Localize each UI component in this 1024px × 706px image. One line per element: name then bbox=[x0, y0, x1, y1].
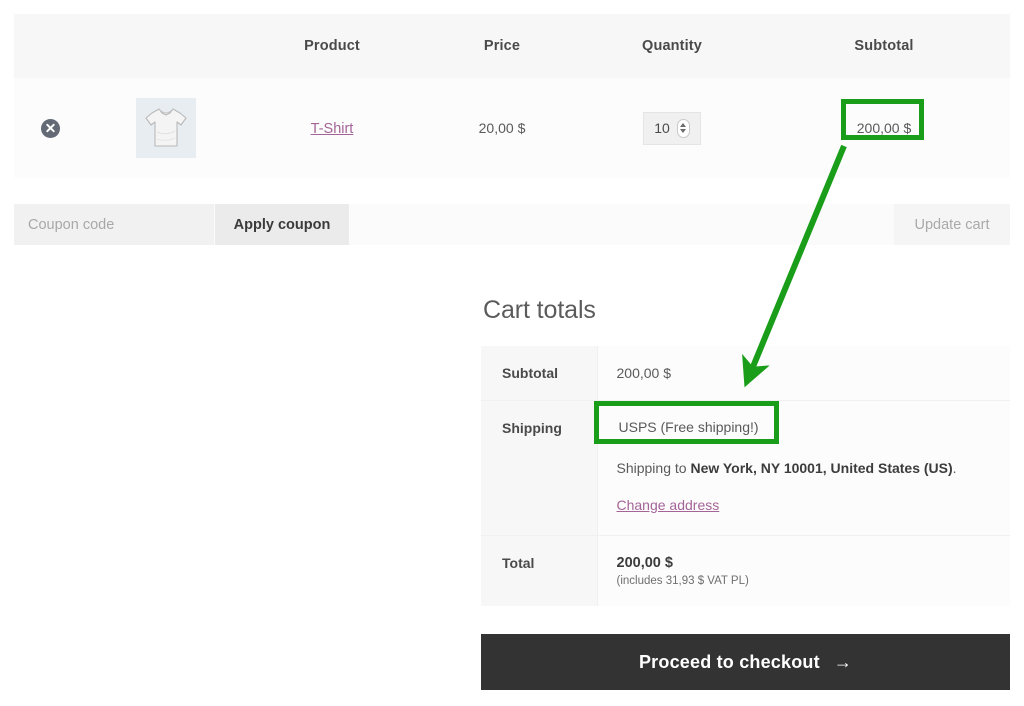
shipping-method-label[interactable]: USPS (Free shipping!) bbox=[617, 416, 761, 438]
total-vat-note: (includes 31,93 $ VAT PL) bbox=[616, 575, 749, 587]
totals-row-subtotal: Subtotal 200,00 $ bbox=[481, 346, 1010, 401]
coupon-code-input[interactable] bbox=[14, 204, 214, 245]
product-name-link[interactable]: T-Shirt bbox=[311, 121, 354, 137]
shipping-to-prefix: Shipping to bbox=[616, 460, 691, 476]
tshirt-icon bbox=[145, 108, 187, 147]
quantity-stepper[interactable]: 10 bbox=[643, 111, 701, 145]
cell-thumbnail bbox=[86, 78, 246, 178]
cart-totals-panel: Cart totals Subtotal 200,00 $ Shipping U… bbox=[481, 296, 1010, 606]
cart-totals-title: Cart totals bbox=[483, 296, 596, 324]
header-thumbnail bbox=[86, 14, 246, 78]
product-thumbnail[interactable] bbox=[136, 98, 196, 158]
remove-item-icon[interactable] bbox=[40, 118, 60, 138]
header-subtotal: Subtotal bbox=[758, 14, 1010, 78]
checkout-button-label: Proceed to checkout bbox=[638, 651, 820, 672]
spinner-up-icon[interactable] bbox=[680, 123, 687, 127]
cell-quantity: 10 bbox=[586, 78, 758, 178]
proceed-to-checkout-button[interactable]: Proceed to checkout → bbox=[481, 634, 1010, 690]
cart-totals-table: Subtotal 200,00 $ Shipping USPS (Free sh… bbox=[481, 346, 1010, 606]
spinner-down-icon[interactable] bbox=[680, 129, 687, 133]
cell-remove bbox=[14, 78, 86, 178]
shipping-to-address: New York, NY 10001, United States (US) bbox=[690, 460, 953, 476]
totals-label-shipping: Shipping bbox=[481, 400, 598, 536]
header-price: Price bbox=[418, 14, 586, 78]
change-address-link[interactable]: Change address bbox=[617, 497, 720, 513]
header-product: Product bbox=[246, 14, 418, 78]
header-quantity: Quantity bbox=[586, 14, 758, 78]
table-row: T-Shirt 20,00 $ 10 200,00 $ bbox=[14, 78, 1010, 178]
totals-label-subtotal: Subtotal bbox=[481, 346, 598, 401]
totals-row-total: Total 200,00 $ (includes 31,93 $ VAT PL) bbox=[481, 535, 1010, 606]
quantity-spinner-icon[interactable] bbox=[676, 118, 690, 138]
shipping-destination-text: Shipping to New York, NY 10001, United S… bbox=[617, 460, 993, 476]
cell-product: T-Shirt bbox=[246, 78, 418, 178]
cart-table-header-row: Product Price Quantity Subtotal bbox=[14, 14, 1010, 78]
totals-value-total: 200,00 $ (includes 31,93 $ VAT PL) bbox=[597, 535, 1010, 606]
cell-price: 20,00 $ bbox=[418, 78, 586, 178]
totals-value-subtotal: 200,00 $ bbox=[597, 346, 1010, 401]
cart-items-table: Product Price Quantity Subtotal T-Shirt … bbox=[14, 14, 1010, 178]
arrow-right-icon: → bbox=[833, 651, 853, 672]
totals-value-shipping: USPS (Free shipping!) Shipping to New Yo… bbox=[597, 400, 1010, 536]
apply-coupon-button[interactable]: Apply coupon bbox=[215, 204, 349, 245]
header-remove bbox=[14, 14, 86, 78]
update-cart-button[interactable]: Update cart bbox=[894, 204, 1010, 245]
total-amount: 200,00 $ bbox=[616, 555, 673, 571]
totals-row-shipping: Shipping USPS (Free shipping!) Shipping … bbox=[481, 400, 1010, 536]
shipping-to-suffix: . bbox=[952, 460, 957, 476]
quantity-value: 10 bbox=[654, 120, 670, 136]
coupon-row: Apply coupon Update cart bbox=[14, 204, 1010, 245]
cell-subtotal: 200,00 $ bbox=[758, 78, 1010, 178]
totals-label-total: Total bbox=[481, 535, 598, 606]
